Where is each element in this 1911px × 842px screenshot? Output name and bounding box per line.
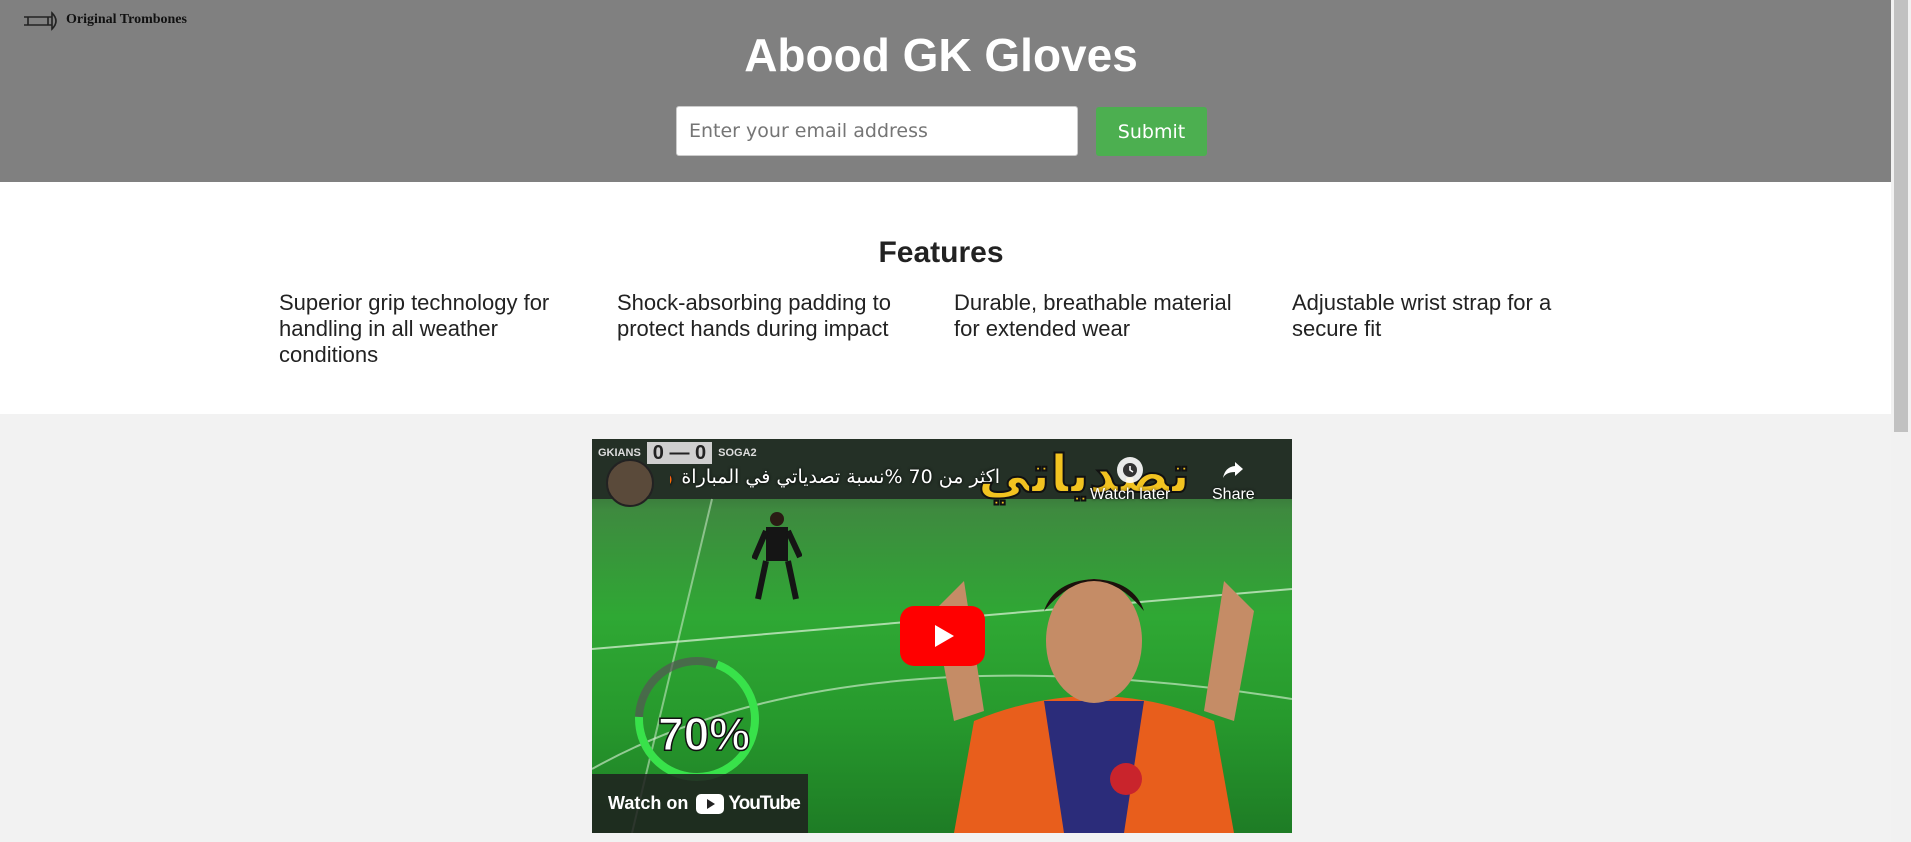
youtube-label: YouTube bbox=[728, 792, 800, 814]
play-button[interactable] bbox=[900, 606, 985, 666]
page-title: Abood GK Gloves bbox=[744, 29, 1138, 81]
team-right: SOGA2 bbox=[718, 447, 757, 459]
scrollbar-thumb[interactable] bbox=[1894, 0, 1908, 432]
page-scrollbar[interactable] bbox=[1891, 0, 1911, 842]
watch-on-youtube-button[interactable]: Watch on YouTube bbox=[592, 774, 808, 833]
features-heading: Features bbox=[878, 236, 1004, 269]
youtube-logo: YouTube bbox=[696, 792, 801, 815]
youtube-embed[interactable]: GKIANS 0 — 0 SOGA2 اكثر من 70 %نسبة تصدي… bbox=[592, 439, 1292, 833]
watch-later-button[interactable]: Watch later bbox=[1090, 457, 1170, 504]
feature-item: Durable, breathable material for extende… bbox=[954, 290, 1232, 341]
watch-later-label: Watch later bbox=[1090, 486, 1171, 503]
share-icon bbox=[1220, 457, 1246, 483]
share-button[interactable]: Share bbox=[1212, 457, 1255, 504]
share-label: Share bbox=[1212, 486, 1255, 503]
feature-item: Shock-absorbing padding to protect hands… bbox=[617, 290, 891, 341]
presenter-figure bbox=[934, 579, 1254, 833]
goalkeeper-figure bbox=[752, 512, 802, 600]
channel-avatar[interactable] bbox=[606, 459, 654, 507]
logo-text: Original Trombones bbox=[66, 12, 187, 27]
page-header: Original Trombones Abood GK Gloves Submi… bbox=[0, 0, 1891, 182]
play-icon bbox=[934, 625, 954, 647]
gauge-value: 70% bbox=[657, 707, 751, 761]
feature-item: Adjustable wrist strap for a secure fit bbox=[1292, 290, 1552, 341]
score: 0 — 0 bbox=[646, 442, 713, 464]
video-title[interactable]: اكثر من 70 %نسبة تصدياتي في المباراة 🔥😱 … bbox=[670, 465, 1000, 488]
email-input[interactable] bbox=[676, 106, 1078, 156]
feature-item: Superior grip technology for handling in… bbox=[279, 290, 550, 367]
submit-button[interactable]: Submit bbox=[1096, 107, 1207, 156]
watch-on-label: Watch on bbox=[608, 793, 689, 813]
clock-icon bbox=[1117, 457, 1144, 483]
youtube-icon bbox=[696, 793, 725, 814]
team-left: GKIANS bbox=[598, 447, 641, 459]
features-section: Features Superior grip technology for ha… bbox=[0, 182, 1891, 414]
